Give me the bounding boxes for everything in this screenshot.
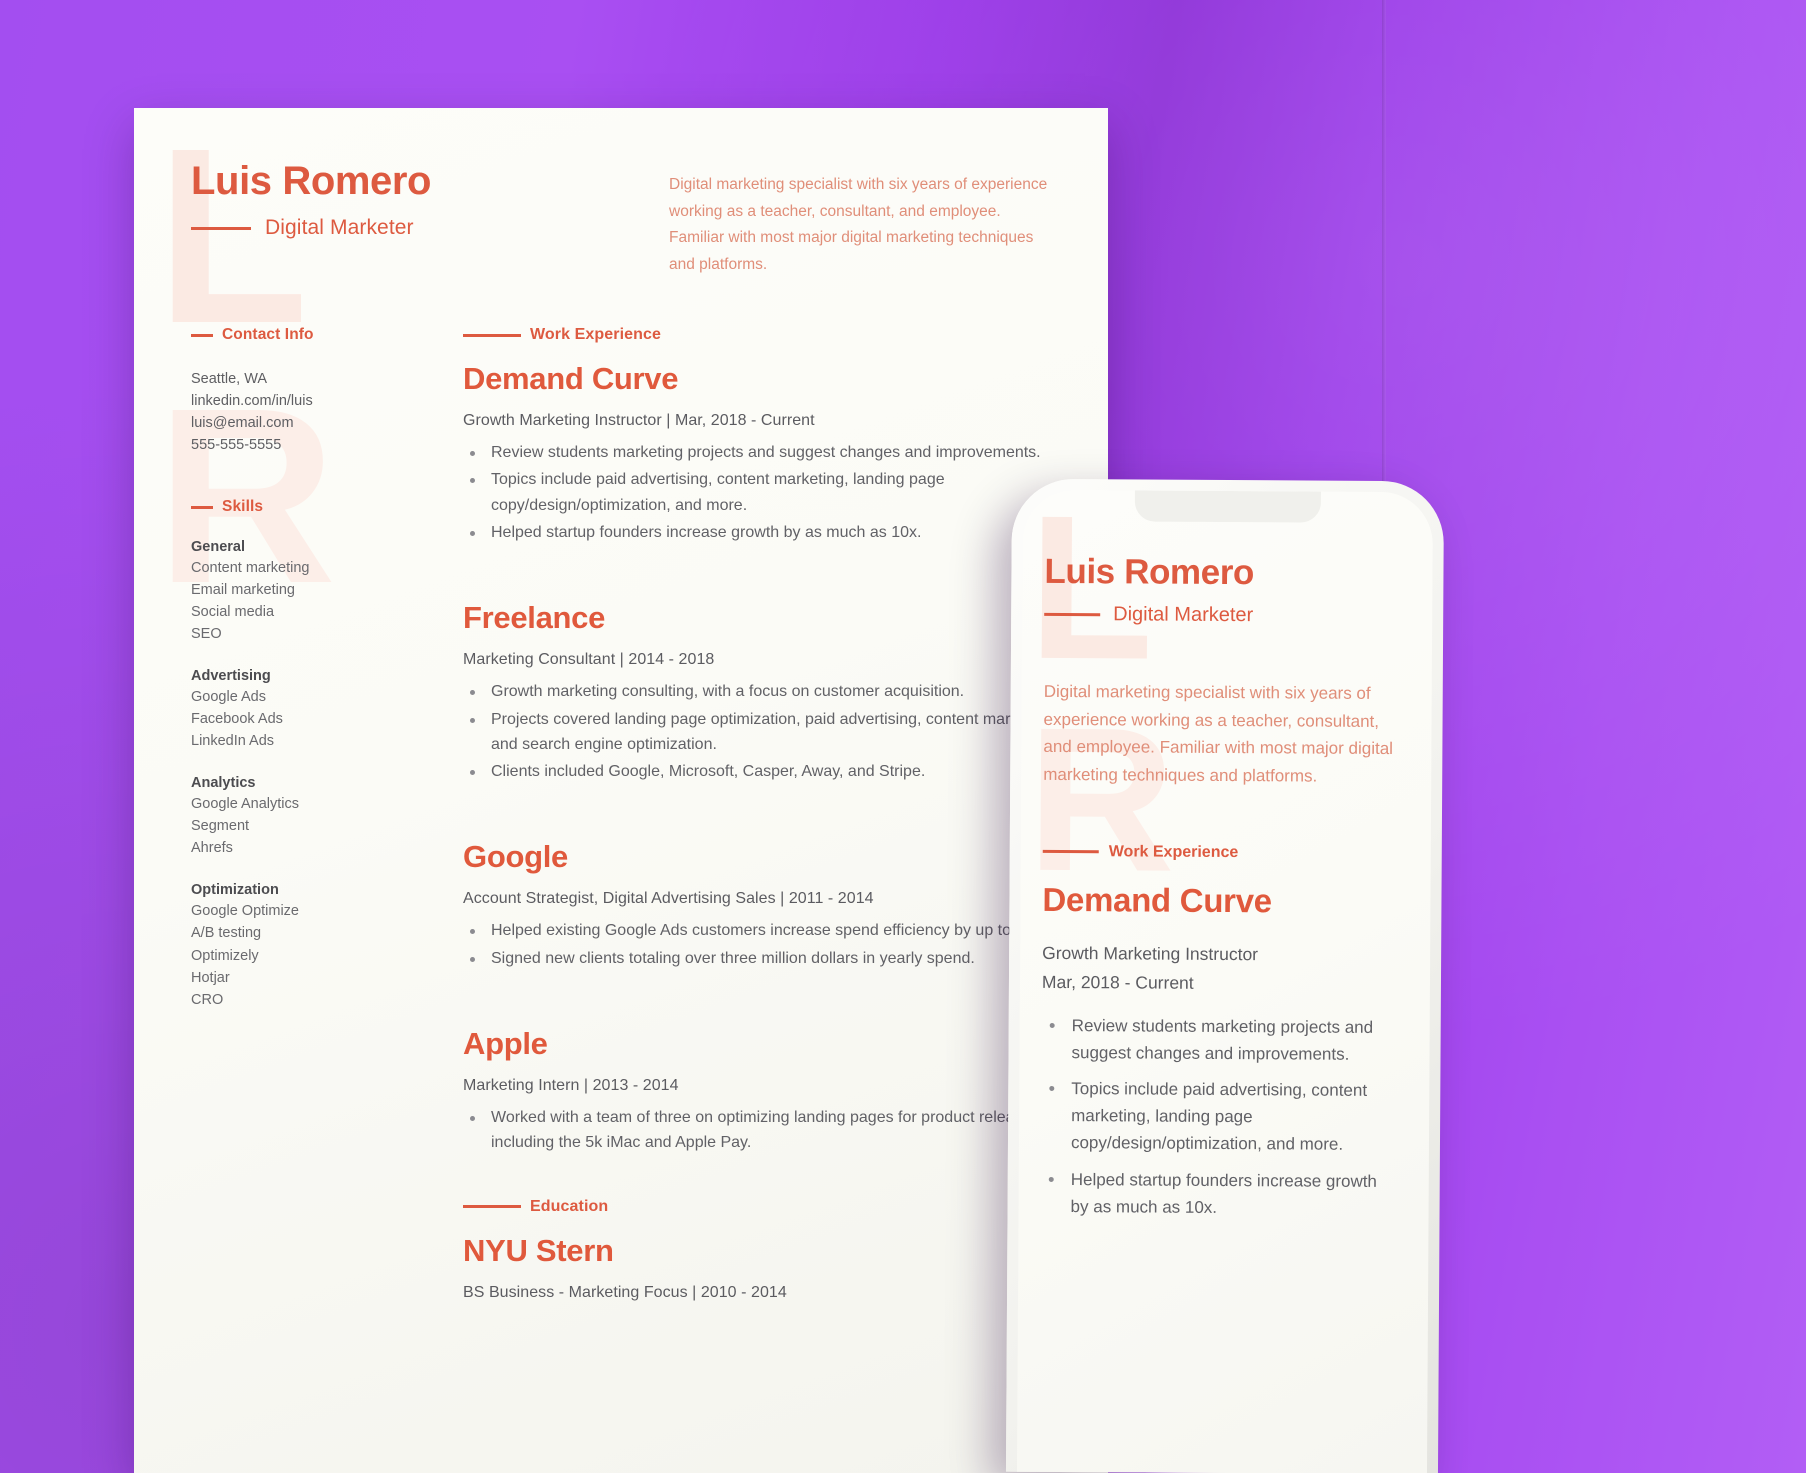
heading-rule-icon bbox=[463, 1205, 521, 1209]
skill-item: Content marketing bbox=[191, 560, 310, 577]
phone-mockup[interactable]: L R Luis Romero Digital Marketer Digital… bbox=[1005, 478, 1445, 1473]
bullet-item: Topics include paid advertising, content… bbox=[463, 467, 1083, 518]
skill-group-optimization: Optimization Google Optimize A/B testing… bbox=[191, 882, 416, 1010]
role-line: Account Strategist, Digital Advertising … bbox=[463, 890, 874, 908]
title-rule-decoration bbox=[1044, 612, 1101, 617]
phone-title-row: Digital Marketer bbox=[1044, 603, 1402, 628]
skills-block: Skills General Content marketing Email m… bbox=[191, 498, 416, 1010]
phone-candidate-name: Luis Romero bbox=[1044, 551, 1255, 593]
education-heading-label: Education bbox=[530, 1197, 609, 1215]
section-heading-contact: Contact Info bbox=[191, 326, 416, 344]
work-entry-google: Google Account Strategist, Digital Adver… bbox=[463, 840, 1083, 971]
role-line: Growth Marketing Instructor | Mar, 2018 … bbox=[463, 412, 815, 430]
phone-candidate-job-title: Digital Marketer bbox=[1113, 603, 1254, 627]
skill-item: Optimizely bbox=[191, 947, 259, 964]
heading-rule-icon bbox=[463, 333, 521, 337]
bullet-list: Helped existing Google Ads customers inc… bbox=[463, 918, 1083, 971]
skill-item: Social media bbox=[191, 604, 275, 621]
skill-item: Segment bbox=[191, 818, 250, 835]
skill-item: Facebook Ads bbox=[191, 711, 283, 728]
skill-group-label: General bbox=[191, 539, 245, 556]
bullet-item: Helped startup founders increase growth … bbox=[463, 520, 1083, 545]
role-line: Marketing Intern | 2013 - 2014 bbox=[463, 1077, 679, 1095]
resume-main-column: Work Experience Demand Curve Growth Mark… bbox=[463, 326, 1083, 1302]
bullet-item: Projects covered landing page optimizati… bbox=[463, 707, 1083, 758]
bullet-item: Topics include paid advertising, content… bbox=[1041, 1075, 1399, 1159]
phone-screen[interactable]: L R Luis Romero Digital Marketer Digital… bbox=[1016, 489, 1433, 1473]
heading-rule-icon bbox=[1042, 850, 1099, 854]
heading-rule-icon bbox=[191, 333, 213, 337]
section-heading-education: Education bbox=[463, 1198, 1083, 1216]
work-entry-apple: Apple Marketing Intern | 2013 - 2014 Wor… bbox=[463, 1025, 1083, 1156]
contact-item-email[interactable]: luis@email.com bbox=[191, 412, 416, 434]
section-heading-skills: Skills bbox=[191, 498, 416, 516]
phone-bullet-list: Review students marketing projects and s… bbox=[1041, 1011, 1400, 1221]
phone-role-line: Growth Marketing Instructor Mar, 2018 - … bbox=[1041, 942, 1259, 994]
degree-line: BS Business - Marketing Focus | 2010 - 2… bbox=[463, 1283, 787, 1301]
section-heading-work-experience: Work Experience bbox=[463, 326, 1083, 344]
bullet-item: Review students marketing projects and s… bbox=[1041, 1011, 1399, 1068]
company-name: Google bbox=[463, 839, 568, 875]
contact-list: Seattle, WA linkedin.com/in/luis luis@em… bbox=[191, 368, 416, 456]
contact-heading-label: Contact Info bbox=[222, 326, 314, 343]
company-name: Demand Curve bbox=[463, 361, 679, 396]
education-section: Education NYU Stern BS Business - Market… bbox=[463, 1198, 1083, 1302]
education-entry-nyu-stern: NYU Stern BS Business - Marketing Focus … bbox=[463, 1232, 1083, 1302]
work-heading-label: Work Experience bbox=[530, 326, 662, 343]
skill-group-label: Optimization bbox=[191, 882, 279, 899]
phone-work-heading-label: Work Experience bbox=[1108, 843, 1239, 861]
contact-item-phone: 555-555-5555 bbox=[191, 437, 282, 454]
bullet-item: Clients included Google, Microsoft, Casp… bbox=[463, 759, 1083, 784]
role-line: Marketing Consultant | 2014 - 2018 bbox=[463, 651, 715, 669]
skill-item: Email marketing bbox=[191, 582, 295, 599]
title-rule-decoration bbox=[191, 226, 251, 230]
school-name: NYU Stern bbox=[463, 1232, 614, 1268]
phone-company-name: Demand Curve bbox=[1042, 880, 1272, 920]
candidate-job-title: Digital Marketer bbox=[265, 216, 414, 239]
bullet-list: Worked with a team of three on optimizin… bbox=[463, 1105, 1083, 1156]
bullet-item: Signed new clients totaling over three m… bbox=[463, 946, 1083, 971]
skill-group-analytics: Analytics Google Analytics Segment Ahref… bbox=[191, 775, 416, 859]
bullet-list: Growth marketing consulting, with a focu… bbox=[463, 679, 1083, 784]
phone-notch bbox=[1134, 490, 1321, 523]
resume-document[interactable]: L R Luis Romero Digital Marketer Digital… bbox=[134, 108, 1108, 1473]
skill-item: Google Optimize bbox=[191, 903, 299, 920]
skill-item: LinkedIn Ads bbox=[191, 733, 275, 750]
phone-resume-content: Luis Romero Digital Marketer Digital mar… bbox=[1019, 490, 1433, 1222]
skill-item: CRO bbox=[191, 991, 224, 1008]
contact-item-linkedin[interactable]: linkedin.com/in/luis bbox=[191, 390, 416, 412]
resume-body: Contact Info Seattle, WA linkedin.com/in… bbox=[134, 326, 1108, 1302]
phone-summary: Digital marketing specialist with six ye… bbox=[1043, 681, 1394, 786]
skill-group-advertising: Advertising Google Ads Facebook Ads Link… bbox=[191, 668, 416, 752]
skill-item: A/B testing bbox=[191, 925, 262, 942]
skill-group-label: Analytics bbox=[191, 775, 256, 792]
skill-item: Hotjar bbox=[191, 969, 230, 986]
skill-item: SEO bbox=[191, 626, 222, 643]
skill-group-general: General Content marketing Email marketin… bbox=[191, 539, 416, 645]
resume-sidebar: Contact Info Seattle, WA linkedin.com/in… bbox=[191, 326, 416, 1302]
entry-spacer bbox=[463, 786, 1083, 820]
skills-heading-label: Skills bbox=[222, 498, 264, 516]
resume-summary: Digital marketing specialist with six ye… bbox=[669, 176, 1048, 273]
heading-rule-icon bbox=[191, 505, 213, 509]
work-entry-freelance: Freelance Marketing Consultant | 2014 - … bbox=[463, 601, 1083, 784]
skill-item: Google Analytics bbox=[191, 796, 300, 813]
phone-section-heading-work-experience: Work Experience bbox=[1042, 843, 1401, 863]
company-name: Freelance bbox=[463, 600, 606, 636]
bullet-item: Helped existing Google Ads customers inc… bbox=[463, 918, 1083, 943]
bullet-item: Growth marketing consulting, with a focu… bbox=[463, 679, 1083, 704]
bullet-list: Review students marketing projects and s… bbox=[463, 440, 1083, 545]
work-entry-demand-curve: Demand Curve Growth Marketing Instructor… bbox=[463, 361, 1083, 545]
bullet-item: Worked with a team of three on optimizin… bbox=[463, 1105, 1083, 1156]
bullet-item: Helped startup founders increase growth … bbox=[1041, 1165, 1399, 1222]
entry-spacer bbox=[463, 973, 1083, 1007]
entry-spacer bbox=[463, 547, 1083, 581]
skill-group-label: Advertising bbox=[191, 668, 271, 685]
contact-item-location: Seattle, WA bbox=[191, 371, 268, 387]
skill-item: Google Ads bbox=[191, 689, 266, 706]
bullet-item: Review students marketing projects and s… bbox=[463, 440, 1083, 465]
skill-item: Ahrefs bbox=[191, 840, 233, 857]
company-name: Apple bbox=[463, 1025, 548, 1061]
